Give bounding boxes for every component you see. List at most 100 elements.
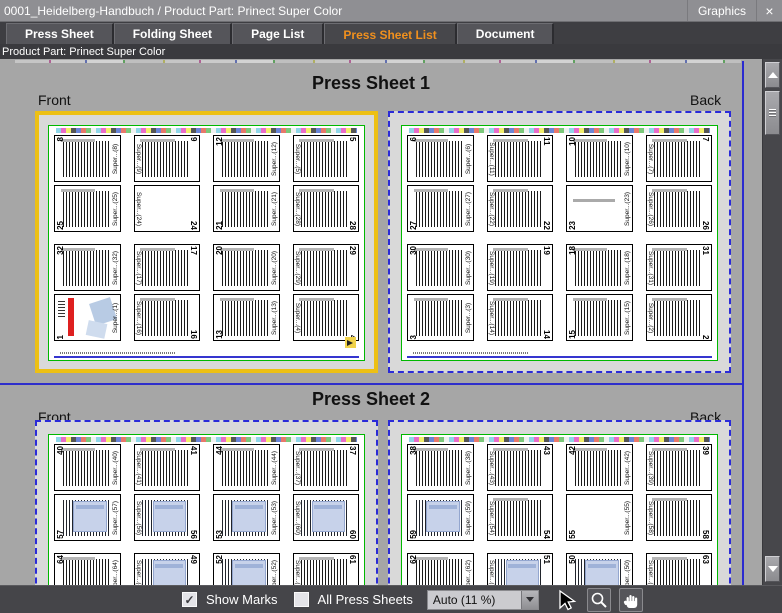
page-cell[interactable]: Super...(16)16 <box>134 294 201 341</box>
page-cell[interactable]: Super...(12)12 <box>213 135 280 182</box>
page-cell[interactable]: Super...(2)2 <box>646 294 713 341</box>
page-cell[interactable]: Super...(63) 63 <box>646 553 713 585</box>
page-cell[interactable]: Super...(29)29 <box>293 244 360 291</box>
scroll-down-button[interactable] <box>765 556 780 582</box>
page-cell[interactable]: Super...(38)38 <box>407 444 474 491</box>
page-cell[interactable]: Super...(13)13 <box>213 294 280 341</box>
page-cell[interactable]: Super...(19)19 <box>487 244 554 291</box>
sheet-1-front[interactable]: Super...(8)8Super...(9)9Super...(12)12Su… <box>35 111 378 373</box>
page-cell[interactable]: Super...(17)17 <box>134 244 201 291</box>
zoom-level-select[interactable]: Auto (11 %) <box>427 590 539 610</box>
close-icon[interactable]: × <box>756 0 782 21</box>
page-cell[interactable]: Super...(58)58 <box>646 494 713 541</box>
tab-folding-sheet[interactable]: Folding Sheet <box>114 23 232 44</box>
page-cell[interactable]: Super...(54)54 <box>487 494 554 541</box>
page-cell[interactable]: Super...(55)55 <box>566 494 633 541</box>
page-cell[interactable]: Super...(20)20 <box>213 244 280 291</box>
page-cell[interactable]: Super...(49)49 <box>134 553 201 585</box>
page-cell[interactable]: Super...(37)37 <box>293 444 360 491</box>
page-cell[interactable]: Super...(6)6 <box>407 135 474 182</box>
all-press-sheets-label: All Press Sheets <box>318 592 413 607</box>
page-cell[interactable]: Super...(42)42 <box>566 444 633 491</box>
page-number: 8 <box>57 137 65 141</box>
select-tool-button[interactable] <box>553 587 579 613</box>
page-cell[interactable]: Super...(59)59 <box>407 494 474 541</box>
page-cell[interactable]: Super...(64)64 <box>54 553 121 585</box>
page-cell[interactable]: Super...(3)3 <box>407 294 474 341</box>
page-number: 10 <box>569 137 577 146</box>
page-cell[interactable]: Super...(27)27 <box>407 185 474 232</box>
page-cell[interactable]: Super...(21)21 <box>213 185 280 232</box>
page-number: 58 <box>701 530 709 539</box>
page-cell[interactable]: Super...(7)7 <box>646 135 713 182</box>
page-content-thumbnail <box>416 191 462 226</box>
page-cell[interactable]: Super...(62)62 <box>407 553 474 585</box>
page-cell[interactable]: Super...(51)51 <box>487 553 554 585</box>
color-control-bar <box>409 437 710 442</box>
page-cell[interactable]: Super...(56)56 <box>134 494 201 541</box>
page-cell[interactable]: Super...(15)15 <box>566 294 633 341</box>
page-cell[interactable]: Super...(43)43 <box>487 444 554 491</box>
tab-page-list[interactable]: Page List <box>232 23 324 44</box>
page-cell[interactable]: Super...(25)25 <box>54 185 121 232</box>
page-cell[interactable]: Super...(18)18 <box>566 244 633 291</box>
page-cell[interactable]: Super...(60)60 <box>293 494 360 541</box>
sheet-2-front[interactable]: Super...(40)40 Super...(41)41 Super...(44)… <box>35 420 378 585</box>
sheet-1-back[interactable]: Super...(6)6 Super...(11)11 Super...(10) 10… <box>388 111 731 373</box>
all-press-sheets-checkbox[interactable] <box>294 592 309 607</box>
page-cell[interactable]: Super...(41)41 <box>134 444 201 491</box>
page-cell[interactable]: Super...(57)57 <box>54 494 121 541</box>
show-marks-checkbox[interactable]: ✓ <box>182 592 197 607</box>
page-cell[interactable]: Super...(52)52 <box>213 553 280 585</box>
page-cell[interactable]: Super...(14)14 <box>487 294 554 341</box>
dropdown-arrow-button[interactable] <box>521 591 538 609</box>
pan-tool-button[interactable] <box>619 588 643 612</box>
tab-document[interactable]: Document <box>457 23 555 44</box>
page-label: Super...(41) <box>135 451 142 485</box>
page-number: 40 <box>57 446 65 455</box>
page-cell[interactable]: Super...(31)31 <box>646 244 713 291</box>
page-cell[interactable]: Super...(22)22 <box>487 185 554 232</box>
page-content-thumbnail <box>63 559 109 585</box>
page-cell[interactable]: Super...(39)39 <box>646 444 713 491</box>
page-label: Super...(10) <box>625 142 632 176</box>
page-cell[interactable]: Super...(32)32 <box>54 244 121 291</box>
page-cell[interactable]: Super...(26)26 <box>646 185 713 232</box>
scroll-thumb[interactable] <box>765 91 780 135</box>
page-number: 12 <box>216 137 224 146</box>
page-label: Super...(63) <box>647 560 654 585</box>
page-cell[interactable]: Super...(5)5 <box>293 135 360 182</box>
page-row: Super...(6)6 Super...(11)11 Super...(10) 10… <box>407 135 712 182</box>
page-label: Super...(6) <box>466 143 473 173</box>
page-label: Super...(57) <box>113 501 120 535</box>
page-cell[interactable]: Super...(28)28 <box>293 185 360 232</box>
page-cell[interactable]: Super...(50)50 <box>566 553 633 585</box>
page-cell[interactable]: Super...(9)9 <box>134 135 201 182</box>
page-cell[interactable]: Super...(30)30 <box>407 244 474 291</box>
page-number: 31 <box>701 246 709 255</box>
tab-press-sheet-list[interactable]: Press Sheet List <box>324 23 456 45</box>
page-cell[interactable]: Super...(53)53 <box>213 494 280 541</box>
page-cell[interactable]: Super...(23)23 <box>566 185 633 232</box>
zoom-tool-button[interactable] <box>587 588 611 612</box>
page-cell[interactable]: Super...(4)4 <box>293 294 360 341</box>
page-number: 63 <box>701 555 709 564</box>
page-label: Super...(29) <box>294 251 301 285</box>
graphics-menu[interactable]: Graphics <box>687 0 756 21</box>
page-cell[interactable]: Super...(61)61 <box>293 553 360 585</box>
page-cell[interactable]: Super...(24)24 <box>134 185 201 232</box>
sheet-2-back[interactable]: Super...(38)38 Super...(43)43 Super...(42)… <box>388 420 731 585</box>
page-cell[interactable]: Super...(8)8 <box>54 135 121 182</box>
page-cell[interactable]: Super...(44)44 <box>213 444 280 491</box>
vertical-scrollbar[interactable] <box>762 59 782 585</box>
show-marks-label: Show Marks <box>206 592 278 607</box>
paper-area: Super...(40)40 Super...(41)41 Super...(44)… <box>48 434 365 585</box>
page-cell[interactable]: Super...(40)40 <box>54 444 121 491</box>
scroll-up-button[interactable] <box>765 62 780 88</box>
page-cell[interactable]: Super...(1)1 <box>54 294 121 341</box>
tab-press-sheet[interactable]: Press Sheet <box>6 23 114 44</box>
page-cell[interactable]: Super...(10) 10 <box>566 135 633 182</box>
color-control-bar <box>56 128 357 133</box>
page-label: Super...(27) <box>466 192 473 226</box>
page-cell[interactable]: Super...(11)11 <box>487 135 554 182</box>
